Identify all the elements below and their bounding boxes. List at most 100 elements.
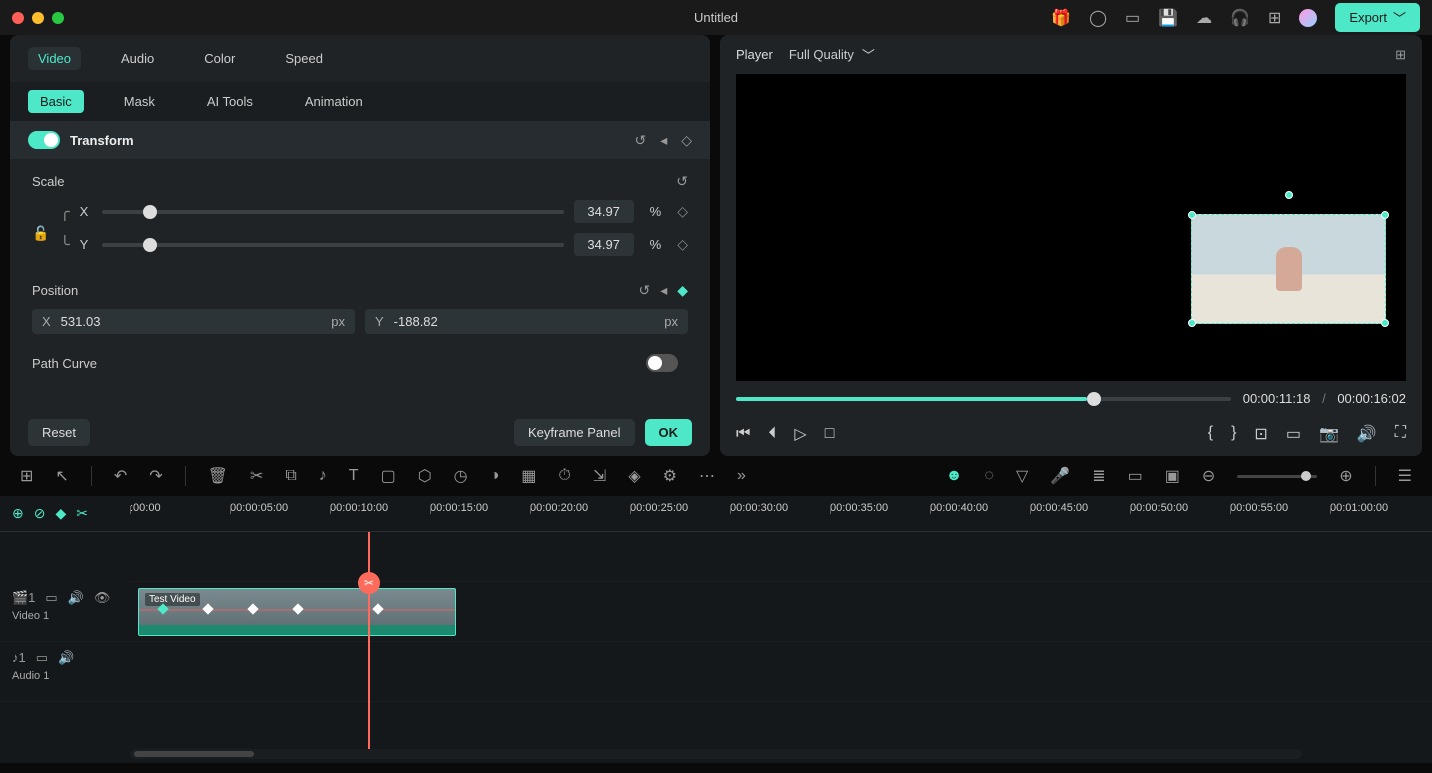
list-icon[interactable]: ≣ — [1092, 466, 1105, 486]
resize-handle-br[interactable] — [1381, 319, 1389, 327]
reset-icon[interactable]: ↺ — [634, 132, 646, 149]
pathcurve-toggle[interactable] — [646, 354, 678, 372]
marker-icon[interactable]: ◆ — [55, 505, 66, 522]
transform-toggle[interactable] — [28, 131, 60, 149]
minimize-window[interactable] — [32, 12, 44, 24]
quality-select[interactable]: Full Quality ﹀ — [789, 45, 875, 64]
tab-mask[interactable]: Mask — [112, 90, 167, 113]
expand-icon[interactable]: ⇲ — [593, 466, 606, 486]
volume-icon[interactable]: 🔊 — [1357, 424, 1377, 444]
grid-icon[interactable]: ⊞ — [20, 466, 33, 486]
time-scrubber[interactable] — [736, 397, 1231, 401]
magnet-icon[interactable]: ✂ — [76, 505, 88, 522]
export-button[interactable]: Export ﹀ — [1335, 3, 1420, 32]
gauge-icon[interactable]: ◌ — [984, 467, 994, 485]
cursor-icon[interactable]: ↖ — [55, 466, 68, 486]
scale-x-keyframe[interactable]: ◇ — [677, 203, 688, 220]
adjust-icon[interactable]: ▦ — [521, 466, 536, 486]
tab-animation[interactable]: Animation — [293, 90, 375, 113]
resize-handle-tl[interactable] — [1188, 211, 1196, 219]
position-prev-kf-icon[interactable]: ◂ — [660, 282, 667, 299]
scale-reset-icon[interactable]: ↺ — [676, 173, 688, 189]
undo-icon[interactable]: ↶ — [114, 466, 127, 486]
tab-speed[interactable]: Speed — [275, 47, 333, 70]
keyframe-marker[interactable] — [202, 603, 213, 614]
redo-icon[interactable]: ↷ — [149, 466, 162, 486]
video-track-header[interactable]: 🎬1 ▭ 🔊 👁 Video 1 — [0, 582, 130, 642]
sliders-icon[interactable]: ⚙ — [663, 466, 677, 486]
headphones-icon[interactable]: 🎧 — [1230, 8, 1250, 28]
color-icon[interactable]: ◑ — [490, 467, 500, 485]
apps-icon[interactable]: ⊞ — [1268, 8, 1281, 28]
ai-icon[interactable]: ☻ — [946, 467, 963, 485]
overflow-icon[interactable]: » — [737, 467, 746, 485]
display-icon[interactable]: ▭ — [1286, 424, 1301, 444]
crop-icon[interactable]: ⧉ — [285, 467, 296, 485]
reset-button[interactable]: Reset — [28, 419, 90, 446]
resize-handle-bl[interactable] — [1188, 319, 1196, 327]
position-y-input[interactable]: Y -188.82 px — [365, 309, 688, 334]
avatar-icon[interactable] — [1299, 9, 1317, 27]
scale-x-value[interactable]: 34.97 — [574, 200, 634, 223]
scale-lock-icon[interactable]: 🔓 — [32, 225, 50, 242]
zoom-out-icon[interactable]: ⊖ — [1202, 466, 1215, 486]
aspect-icon[interactable]: ⊡ — [1254, 424, 1267, 444]
playhead-cut-icon[interactable]: ✂ — [358, 572, 380, 594]
keyframe-marker[interactable] — [247, 603, 258, 614]
visibility-icon[interactable]: 👁 — [94, 590, 111, 606]
more-icon[interactable]: ⋯ — [699, 466, 715, 486]
ok-button[interactable]: OK — [645, 419, 693, 446]
keyframe-marker[interactable] — [292, 603, 303, 614]
playhead[interactable]: ✂ — [368, 532, 370, 749]
menu-icon[interactable]: ☰ — [1398, 466, 1412, 486]
scale-y-keyframe[interactable]: ◇ — [677, 236, 688, 253]
text-icon[interactable]: T — [349, 467, 359, 485]
key-icon[interactable]: ◈ — [628, 466, 640, 486]
keyframe-diamond-icon[interactable]: ◇ — [681, 132, 692, 149]
mark-in-icon[interactable]: { — [1208, 424, 1213, 444]
rotate-handle[interactable] — [1285, 191, 1293, 199]
tab-color[interactable]: Color — [194, 47, 245, 70]
folder-icon[interactable]: ▭ — [36, 650, 48, 666]
position-x-input[interactable]: X 531.03 px — [32, 309, 355, 334]
zoom-slider[interactable] — [1237, 475, 1317, 478]
resize-handle-tr[interactable] — [1381, 211, 1389, 219]
image-icon[interactable]: ▣ — [1165, 466, 1180, 486]
monitor-icon[interactable]: ▭ — [1125, 8, 1140, 28]
tab-audio[interactable]: Audio — [111, 47, 164, 70]
folder-icon[interactable]: ▭ — [45, 590, 57, 606]
keyframe-panel-button[interactable]: Keyframe Panel — [514, 419, 635, 446]
snapshot-icon[interactable]: 📷 — [1319, 424, 1339, 444]
tab-basic[interactable]: Basic — [28, 90, 84, 113]
save-icon[interactable]: 💾 — [1158, 8, 1178, 28]
mute-icon[interactable]: 🔊 — [58, 650, 74, 666]
play-icon[interactable]: ▷ — [794, 424, 806, 444]
scale-y-value[interactable]: 34.97 — [574, 233, 634, 256]
scale-y-slider[interactable] — [102, 243, 564, 247]
video-track-lane[interactable]: Test Video — [130, 582, 1432, 642]
cloud-icon[interactable]: ☁ — [1196, 8, 1212, 28]
layout-grid-icon[interactable]: ⊞ — [1395, 47, 1406, 63]
preview-area[interactable] — [736, 74, 1406, 381]
record-icon[interactable]: ◯ — [1089, 8, 1107, 28]
stop-icon[interactable]: □ — [825, 425, 835, 443]
scale-x-slider[interactable] — [102, 210, 564, 214]
clip-bounding-box[interactable] — [1191, 214, 1386, 324]
zoom-in-icon[interactable]: ⊕ — [1339, 466, 1352, 486]
keyframe-marker[interactable] — [372, 603, 383, 614]
effects-icon[interactable]: ⬡ — [418, 466, 432, 486]
timer-icon[interactable]: ⏱ — [558, 467, 570, 485]
tab-video[interactable]: Video — [28, 47, 81, 70]
mute-icon[interactable]: 🔊 — [68, 590, 84, 606]
audio-track-lane[interactable] — [130, 642, 1432, 702]
position-keyframe-icon[interactable]: ◆ — [677, 282, 688, 299]
step-back-icon[interactable]: ⏴ — [768, 425, 776, 443]
cut-icon[interactable]: ✂ — [250, 466, 263, 486]
frame-icon[interactable]: ▢ — [381, 466, 396, 486]
audio-track-header[interactable]: ♪1 ▭ 🔊 Audio 1 — [0, 642, 130, 702]
maximize-window[interactable] — [52, 12, 64, 24]
tab-ai-tools[interactable]: AI Tools — [195, 90, 265, 113]
link-icon[interactable]: ⊘ — [34, 505, 46, 522]
prev-keyframe-icon[interactable]: ◂ — [660, 132, 667, 149]
mark-out-icon[interactable]: } — [1231, 424, 1236, 444]
